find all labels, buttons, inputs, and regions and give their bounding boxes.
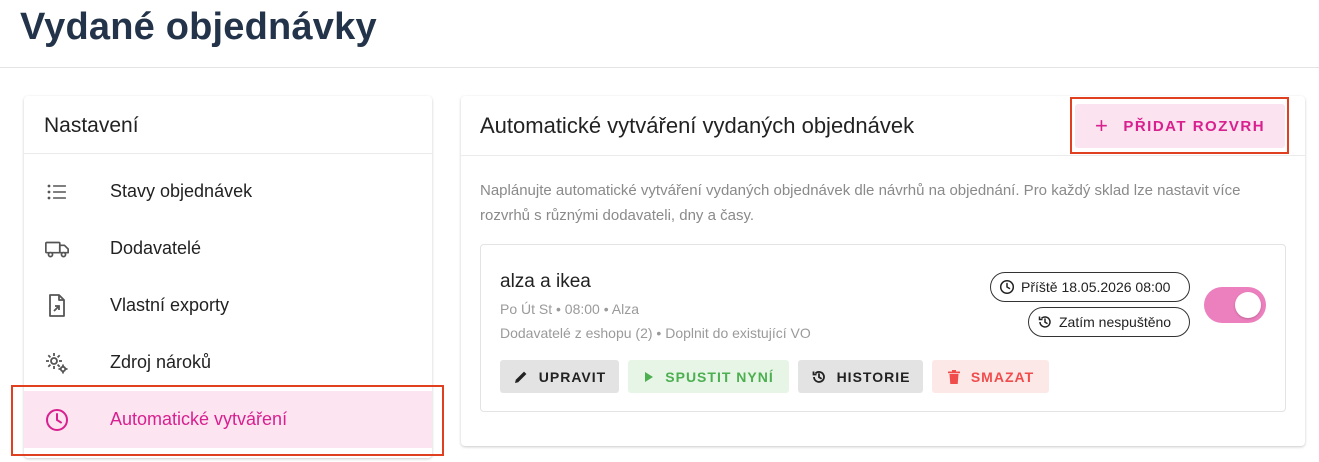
file-export-icon xyxy=(44,293,70,319)
delete-button[interactable]: SMAZAT xyxy=(932,360,1049,393)
panel-title: Automatické vytváření vydaných objednáve… xyxy=(480,113,915,138)
gears-icon xyxy=(44,350,70,376)
next-run-chip: Příště 18.05.2026 08:00 xyxy=(990,272,1190,302)
settings-sidebar: Nastavení Stavy objednávek Dodavatelé Vl… xyxy=(24,96,432,458)
schedule-meta-suppliers: Dodavatelé z eshopu (2) • Doplnit do exi… xyxy=(500,325,811,341)
sidebar-item-label: Stavy objednávek xyxy=(110,181,253,201)
toggle-knob xyxy=(1235,292,1261,318)
list-icon xyxy=(44,179,70,205)
add-schedule-label: PŘIDAT ROZVRH xyxy=(1123,117,1266,135)
sidebar-item-claims-source[interactable]: Zdroj nároků xyxy=(24,334,432,391)
page-header: Vydané objednávky xyxy=(0,0,1319,68)
sidebar-item-custom-exports[interactable]: Vlastní exporty xyxy=(24,277,432,334)
history-button[interactable]: HISTORIE xyxy=(798,360,923,393)
schedule-meta-days: Po Út St • 08:00 • Alza xyxy=(500,301,639,317)
sidebar-item-label: Dodavatelé xyxy=(110,238,202,258)
delete-label: SMAZAT xyxy=(970,368,1035,385)
page-title: Vydané objednávky xyxy=(20,6,377,48)
sidebar-title: Nastavení xyxy=(24,96,432,154)
clock-icon xyxy=(999,279,1015,295)
trash-icon xyxy=(947,369,960,384)
play-icon xyxy=(645,371,654,382)
sidebar-item-suppliers[interactable]: Dodavatelé xyxy=(24,220,432,277)
sidebar-item-order-states[interactable]: Stavy objednávek xyxy=(24,163,432,220)
sidebar-item-auto-creation[interactable]: Automatické vytváření xyxy=(24,391,432,448)
clock-icon xyxy=(44,407,70,433)
run-now-button[interactable]: SPUSTIT NYNÍ xyxy=(628,360,789,393)
sidebar-item-label: Automatické vytváření xyxy=(110,409,288,429)
panel-header: Automatické vytváření vydaných objednáve… xyxy=(461,96,1305,156)
sidebar-item-label: Zdroj nároků xyxy=(110,352,212,372)
history-icon xyxy=(812,370,825,383)
run-status-chip: Zatím nespuštěno xyxy=(1028,307,1190,337)
pencil-icon xyxy=(514,371,527,383)
history-label: HISTORIE xyxy=(836,368,911,385)
schedule-name: alza a ikea xyxy=(500,271,591,292)
next-run-text: Příště 18.05.2026 08:00 xyxy=(1021,279,1171,295)
edit-label: UPRAVIT xyxy=(538,368,607,385)
run-now-label: SPUSTIT NYNÍ xyxy=(665,368,774,385)
history-icon xyxy=(1038,316,1051,328)
truck-icon xyxy=(44,236,70,262)
panel-description: Naplánujte automatické vytváření vydanýc… xyxy=(480,182,1241,224)
run-status-text: Zatím nespuštěno xyxy=(1059,314,1172,330)
edit-button[interactable]: UPRAVIT xyxy=(500,360,619,393)
schedule-enabled-toggle[interactable] xyxy=(1204,287,1266,323)
auto-creation-panel: Automatické vytváření vydaných objednáve… xyxy=(461,96,1305,446)
plus-icon: + xyxy=(1094,113,1110,138)
add-schedule-button[interactable]: + PŘIDAT ROZVRH xyxy=(1075,104,1285,148)
sidebar-item-label: Vlastní exporty xyxy=(110,295,230,315)
schedule-card: alza a ikea Po Út St • 08:00 • Alza Doda… xyxy=(480,244,1286,412)
